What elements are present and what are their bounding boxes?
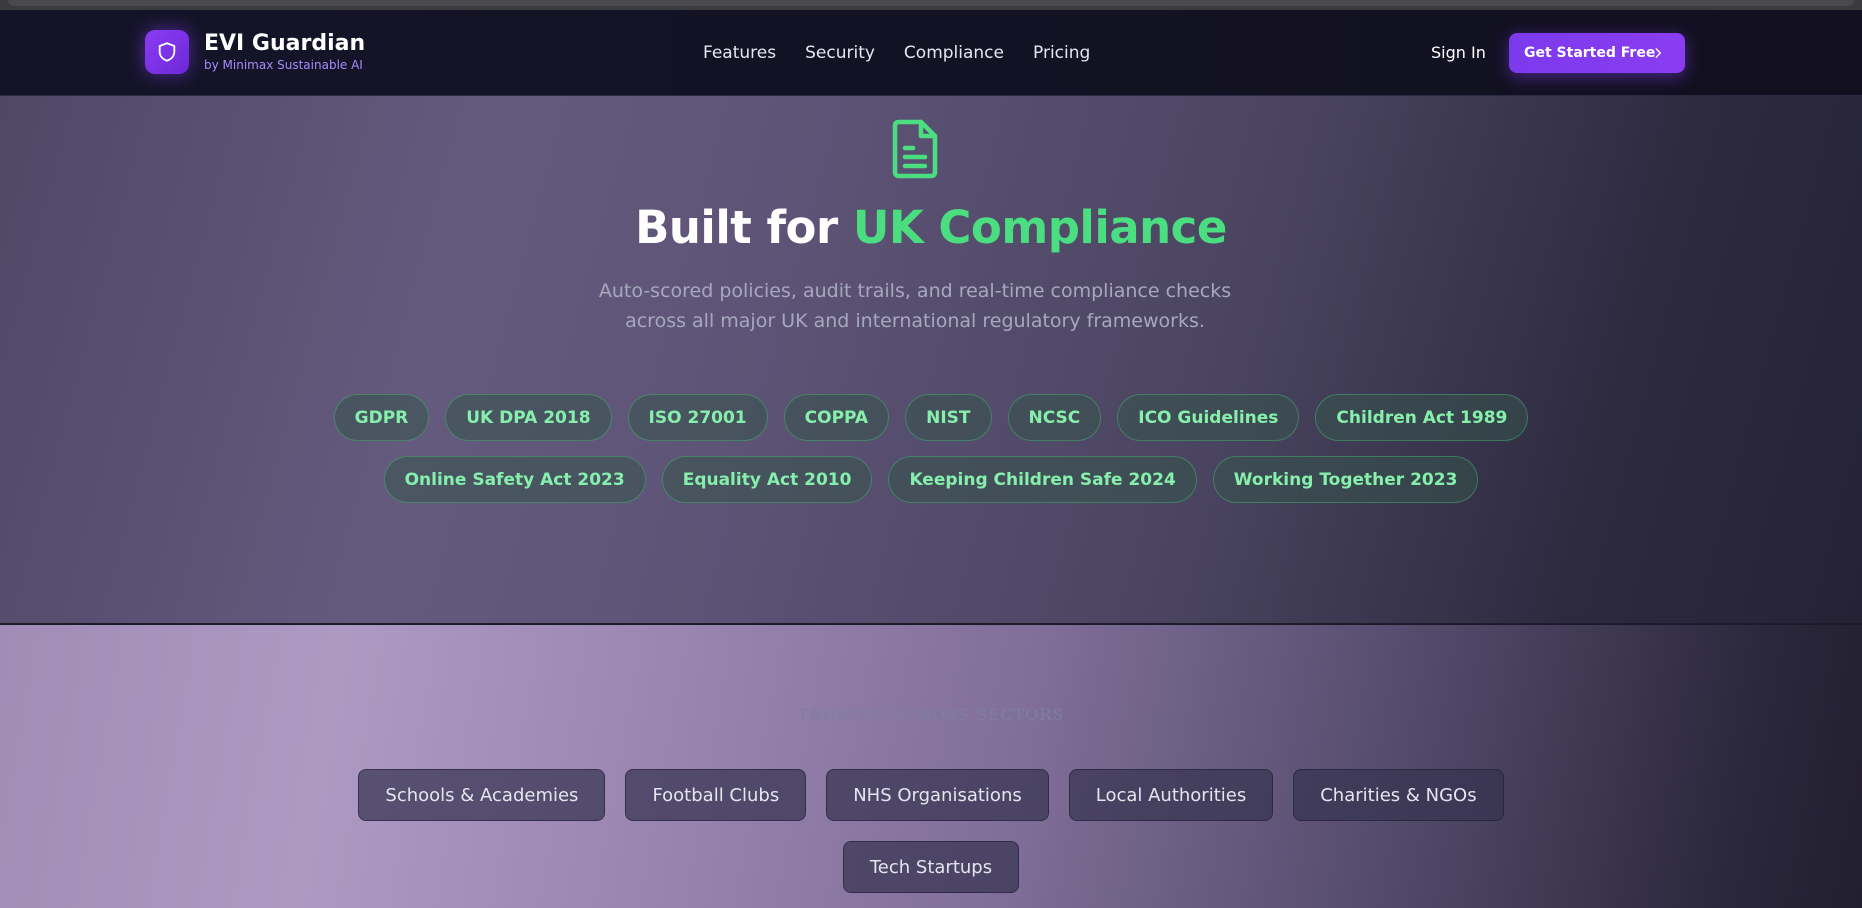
sign-in-link[interactable]: Sign In (1431, 43, 1486, 62)
sector-chip: Charities & NGOs (1293, 769, 1504, 821)
framework-badge: Online Safety Act 2023 (383, 456, 646, 503)
framework-badge: NIST (905, 394, 992, 441)
shield-icon (145, 30, 189, 74)
main-nav: Features Security Compliance Pricing (703, 10, 1119, 96)
nav-link-compliance[interactable]: Compliance (904, 43, 1004, 63)
framework-badge: ISO 27001 (627, 394, 768, 441)
sector-chip: Tech Startups (842, 841, 1020, 893)
brand[interactable]: EVI Guardian by Minimax Sustainable AI (145, 30, 365, 74)
chevron-right-icon (1655, 48, 1662, 58)
hero-title: Built for UK Compliance (0, 201, 1862, 254)
navbar: EVI Guardian by Minimax Sustainable AI F… (0, 10, 1862, 96)
hero-title-prefix: Built for (635, 201, 853, 254)
brand-subtitle: by Minimax Sustainable AI (204, 57, 363, 72)
framework-badge: Keeping Children Safe 2024 (888, 456, 1197, 503)
framework-badge: GDPR (333, 394, 430, 441)
sector-chip: Schools & Academies (358, 769, 606, 821)
framework-badge: ICO Guidelines (1117, 394, 1300, 441)
sector-row-2: Tech Startups (0, 841, 1862, 893)
browser-top-strip (0, 0, 1862, 10)
hero-subtitle: Auto-scored policies, audit trails, and … (598, 280, 1232, 332)
compliance-hero: Built for UK Compliance Auto-scored poli… (0, 96, 1862, 624)
nav-link-pricing[interactable]: Pricing (1033, 43, 1090, 63)
framework-row-1: GDPR UK DPA 2018 ISO 27001 COPPA NIST NC… (0, 394, 1862, 441)
hero-title-accent: UK Compliance (852, 201, 1228, 254)
framework-row-2: Online Safety Act 2023 Equality Act 2010… (0, 456, 1862, 503)
get-started-label: Get Started Free (1524, 45, 1656, 61)
framework-badge: Working Together 2023 (1212, 456, 1479, 503)
nav-link-security[interactable]: Security (805, 43, 875, 63)
nav-link-features[interactable]: Features (703, 43, 776, 63)
sector-chip: Football Clubs (625, 769, 807, 821)
document-icon (892, 119, 938, 179)
sector-row-1: Schools & Academies Football Clubs NHS O… (0, 769, 1862, 821)
framework-badge: UK DPA 2018 (445, 394, 612, 441)
trusted-sectors: TRUSTED ACROSS SECTORS Schools & Academi… (0, 625, 1862, 908)
get-started-button[interactable]: Get Started Free (1509, 33, 1685, 73)
framework-badge: Equality Act 2010 (661, 456, 873, 503)
framework-badge: Children Act 1989 (1315, 394, 1529, 441)
sector-chip: NHS Organisations (826, 769, 1049, 821)
framework-badge: NCSC (1007, 394, 1102, 441)
brand-name: EVI Guardian (204, 30, 366, 56)
framework-badge: COPPA (783, 394, 890, 441)
trusted-label: TRUSTED ACROSS SECTORS (797, 705, 1065, 724)
sector-chip: Local Authorities (1068, 769, 1274, 821)
